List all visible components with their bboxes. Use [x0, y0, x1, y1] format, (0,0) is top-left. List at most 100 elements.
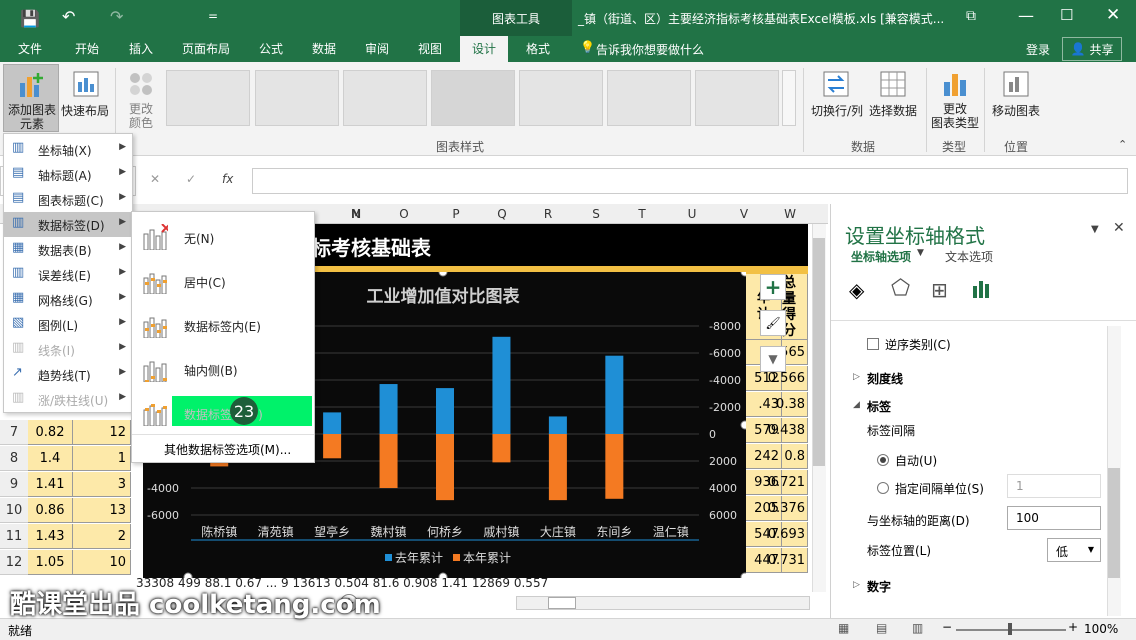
undo-icon[interactable]: ↶ [62, 7, 75, 26]
col-header-w[interactable]: W [778, 204, 802, 224]
tab-data[interactable]: 数据 [312, 40, 336, 57]
menu-item[interactable]: ▥ 误差线(E) ▶ [4, 262, 132, 287]
pane-options-icon[interactable]: ▼ [1091, 224, 1099, 235]
table-cell[interactable]: 12 [73, 420, 131, 445]
labels-section[interactable]: 标签 [867, 398, 891, 415]
table-cell[interactable]: 0.731 [768, 548, 808, 573]
table-cell[interactable]: 242 [746, 444, 782, 469]
horizontal-scroll-thumb[interactable] [548, 597, 576, 609]
row-header[interactable]: 10 [0, 498, 28, 523]
distance-input[interactable]: 100 [1007, 506, 1101, 530]
chart-style-6[interactable] [607, 70, 691, 126]
chart-style-2[interactable] [255, 70, 339, 126]
select-data-button[interactable]: 选择数据 [866, 64, 920, 132]
menu-item[interactable]: ▥ 坐标轴(X) ▶ [4, 137, 132, 162]
cancel-icon[interactable]: ✕ [150, 172, 160, 186]
table-cell[interactable]: 1 [73, 446, 131, 471]
effects-icon[interactable]: ⬠ [891, 276, 910, 301]
tab-formulas[interactable]: 公式 [259, 40, 283, 57]
data-label-option[interactable]: 轴内侧(B) [132, 346, 314, 390]
tab-view[interactable]: 视图 [418, 40, 442, 57]
data-label-option[interactable]: 无(N) [132, 214, 314, 258]
pane-scroll-thumb[interactable] [1108, 468, 1120, 578]
table-cell[interactable]: 0.38 [776, 392, 808, 417]
chart-style-1[interactable] [166, 70, 250, 126]
tab-home[interactable]: 开始 [75, 40, 99, 57]
collapse-ribbon-icon[interactable]: ⌃ [1118, 138, 1127, 151]
tab-page-layout[interactable]: 页面布局 [182, 40, 230, 57]
close-icon[interactable]: ✕ [1106, 5, 1120, 25]
fill-line-icon[interactable]: ◈ [849, 278, 864, 302]
table-cell[interactable]: 0.86 [28, 498, 73, 523]
table-cell[interactable]: 0.721 [768, 470, 808, 495]
row-header[interactable]: 11 [0, 524, 28, 549]
collapse-icon[interactable]: ◢ [853, 400, 860, 410]
table-cell[interactable]: 1.43 [28, 524, 73, 549]
tab-file[interactable]: 文件 [18, 40, 42, 57]
row-header[interactable]: 8 [0, 446, 28, 471]
ribbon-display-icon[interactable]: ⧉ [966, 8, 976, 24]
specify-radio[interactable] [877, 482, 889, 494]
redo-icon[interactable]: ↷ [110, 7, 123, 26]
change-colors-button[interactable]: 更改 颜色 [118, 64, 164, 132]
number-section[interactable]: 数字 [867, 578, 891, 595]
auto-radio[interactable] [877, 454, 889, 466]
table-cell[interactable]: 0.82 [28, 420, 73, 445]
col-header-o[interactable]: O [392, 204, 416, 224]
switch-row-col-button[interactable]: 切换行/列 [808, 64, 864, 132]
chart-elements-plus-icon[interactable]: + [760, 274, 786, 300]
chart-style-4[interactable] [431, 70, 515, 126]
row-header[interactable]: 9 [0, 472, 28, 497]
tab-design[interactable]: 设计 [460, 36, 509, 62]
table-cell[interactable]: 3 [73, 472, 131, 497]
menu-item[interactable]: ▦ 网格线(G) ▶ [4, 287, 132, 312]
change-chart-type-button[interactable]: 更改 图表类型 [930, 64, 980, 132]
tab-axis-options[interactable]: 坐标轴选项 [851, 248, 911, 265]
page-break-view-icon[interactable]: ▥ [912, 621, 923, 635]
expand-number-icon[interactable]: ▷ [853, 580, 860, 590]
vertical-scroll-thumb[interactable] [813, 238, 825, 466]
table-cell[interactable]: 10 [73, 550, 131, 575]
size-properties-icon[interactable]: ⊞ [931, 278, 948, 302]
reverse-categories-checkbox[interactable] [867, 338, 879, 350]
menu-item[interactable]: ▦ 数据表(B) ▶ [4, 237, 132, 262]
col-header-n[interactable]: N [344, 204, 368, 224]
minimize-icon[interactable]: — [1018, 6, 1034, 25]
pane-close-icon[interactable]: ✕ [1113, 220, 1125, 236]
chart-filter-icon[interactable]: ▼ [760, 346, 786, 372]
move-chart-button[interactable]: 移动图表 [988, 64, 1044, 132]
row-header[interactable]: 7 [0, 420, 28, 445]
position-select[interactable]: 低 ▼ [1047, 538, 1101, 562]
data-label-option[interactable]: 居中(C) [132, 258, 314, 302]
row-header[interactable]: 12 [0, 550, 28, 575]
chart-style-7[interactable] [695, 70, 779, 126]
table-cell[interactable]: 1.41 [28, 472, 73, 497]
menu-item[interactable]: ↗ 趋势线(T) ▶ [4, 362, 132, 387]
tick-marks-section[interactable]: 刻度线 [867, 370, 903, 387]
tab-dropdown-icon[interactable]: ▼ [917, 248, 924, 258]
quick-layout-button[interactable]: 快速布局 [60, 64, 110, 132]
enter-icon[interactable]: ✓ [186, 172, 196, 186]
table-cell[interactable]: 0.8 [782, 444, 808, 469]
maximize-icon[interactable]: ☐ [1060, 6, 1073, 24]
data-label-option[interactable]: 数据标签外(O) 23 [132, 390, 314, 434]
col-header-s[interactable]: S [584, 204, 608, 224]
tell-me-box[interactable]: 告诉我你想要做什么 [596, 41, 704, 58]
col-header-v[interactable]: V [732, 204, 756, 224]
col-header-p[interactable]: P [444, 204, 468, 224]
table-cell[interactable]: 0.693 [768, 522, 808, 547]
table-cell[interactable]: 1.4 [28, 446, 73, 471]
data-label-option[interactable]: 数据标签内(E) [132, 302, 314, 346]
more-data-label-options[interactable]: 其他数据标签选项(M)... [132, 434, 314, 458]
axis-options-icon[interactable] [971, 278, 993, 300]
page-layout-view-icon[interactable]: ▤ [876, 621, 887, 635]
chart-style-3[interactable] [343, 70, 427, 126]
fx-icon[interactable]: fx [222, 172, 233, 186]
qat-more-icon[interactable]: = [208, 9, 218, 23]
menu-item[interactable]: ▤ 图表标题(C) ▶ [4, 187, 132, 212]
gallery-scroll[interactable] [782, 70, 796, 126]
table-cell[interactable]: 13 [73, 498, 131, 523]
chart-styles-brush-icon[interactable]: 🖌 [760, 310, 786, 336]
col-header-r[interactable]: R [536, 204, 560, 224]
table-cell[interactable]: 0.376 [768, 496, 808, 521]
